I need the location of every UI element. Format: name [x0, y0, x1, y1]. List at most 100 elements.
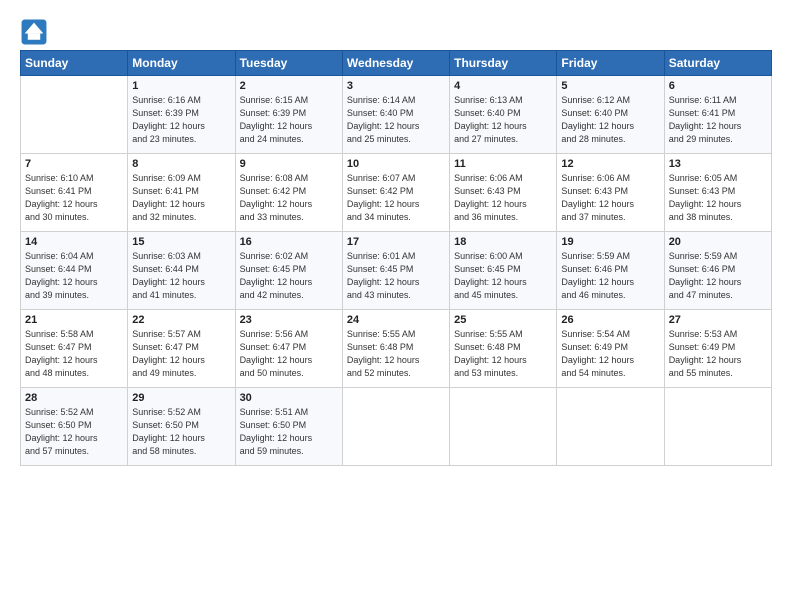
calendar-cell: 13 Sunrise: 6:05 AM Sunset: 6:43 PM Dayli…	[664, 154, 771, 232]
day-number: 30	[240, 392, 338, 404]
calendar-cell	[21, 76, 128, 154]
cell-info: Sunrise: 6:06 AM Sunset: 6:43 PM Dayligh…	[561, 172, 659, 224]
header-row: SundayMondayTuesdayWednesdayThursdayFrid…	[21, 51, 772, 76]
cell-info: Sunrise: 6:07 AM Sunset: 6:42 PM Dayligh…	[347, 172, 445, 224]
day-number: 12	[561, 158, 659, 170]
calendar-cell: 9 Sunrise: 6:08 AM Sunset: 6:42 PM Daylig…	[235, 154, 342, 232]
day-number: 27	[669, 314, 767, 326]
cell-info: Sunrise: 5:59 AM Sunset: 6:46 PM Dayligh…	[669, 250, 767, 302]
calendar-cell: 18 Sunrise: 6:00 AM Sunset: 6:45 PM Dayli…	[450, 232, 557, 310]
cell-info: Sunrise: 6:13 AM Sunset: 6:40 PM Dayligh…	[454, 94, 552, 146]
cell-info: Sunrise: 5:55 AM Sunset: 6:48 PM Dayligh…	[454, 328, 552, 380]
cell-info: Sunrise: 6:09 AM Sunset: 6:41 PM Dayligh…	[132, 172, 230, 224]
day-number: 15	[132, 236, 230, 248]
cell-info: Sunrise: 5:56 AM Sunset: 6:47 PM Dayligh…	[240, 328, 338, 380]
calendar-cell: 19 Sunrise: 5:59 AM Sunset: 6:46 PM Dayli…	[557, 232, 664, 310]
calendar-cell: 25Sunrise: 5:55 AM Sunset: 6:48 PM Dayli…	[450, 310, 557, 388]
calendar-cell: 2 Sunrise: 6:15 AM Sunset: 6:39 PM Daylig…	[235, 76, 342, 154]
day-number: 16	[240, 236, 338, 248]
header-day: Tuesday	[235, 51, 342, 76]
cell-info: Sunrise: 6:05 AM Sunset: 6:43 PM Dayligh…	[669, 172, 767, 224]
calendar-cell: 3 Sunrise: 6:14 AM Sunset: 6:40 PM Daylig…	[342, 76, 449, 154]
cell-info: Sunrise: 6:04 AM Sunset: 6:44 PM Dayligh…	[25, 250, 123, 302]
day-number: 9	[240, 158, 338, 170]
day-number: 4	[454, 80, 552, 92]
day-number: 3	[347, 80, 445, 92]
day-number: 22	[132, 314, 230, 326]
header-day: Sunday	[21, 51, 128, 76]
calendar-cell: 7 Sunrise: 6:10 AM Sunset: 6:41 PM Daylig…	[21, 154, 128, 232]
cell-info: Sunrise: 6:08 AM Sunset: 6:42 PM Dayligh…	[240, 172, 338, 224]
cell-info: Sunrise: 6:06 AM Sunset: 6:43 PM Dayligh…	[454, 172, 552, 224]
calendar-cell: 1 Sunrise: 6:16 AM Sunset: 6:39 PM Daylig…	[128, 76, 235, 154]
cell-info: Sunrise: 5:58 AM Sunset: 6:47 PM Dayligh…	[25, 328, 123, 380]
calendar-cell: 15 Sunrise: 6:03 AM Sunset: 6:44 PM Dayli…	[128, 232, 235, 310]
day-number: 29	[132, 392, 230, 404]
day-number: 13	[669, 158, 767, 170]
cell-info: Sunrise: 6:01 AM Sunset: 6:45 PM Dayligh…	[347, 250, 445, 302]
day-number: 7	[25, 158, 123, 170]
cell-info: Sunrise: 5:57 AM Sunset: 6:47 PM Dayligh…	[132, 328, 230, 380]
week-row: 14Sunrise: 6:04 AM Sunset: 6:44 PM Dayli…	[21, 232, 772, 310]
calendar-cell: 10Sunrise: 6:07 AM Sunset: 6:42 PM Dayli…	[342, 154, 449, 232]
calendar-cell	[557, 388, 664, 466]
logo-icon	[20, 18, 48, 46]
cell-info: Sunrise: 6:12 AM Sunset: 6:40 PM Dayligh…	[561, 94, 659, 146]
calendar-cell: 28 Sunrise: 5:52 AM Sunset: 6:50 PM Dayli…	[21, 388, 128, 466]
week-row: 7 Sunrise: 6:10 AM Sunset: 6:41 PM Daylig…	[21, 154, 772, 232]
calendar-cell: 24Sunrise: 5:55 AM Sunset: 6:48 PM Dayli…	[342, 310, 449, 388]
cell-info: Sunrise: 6:16 AM Sunset: 6:39 PM Dayligh…	[132, 94, 230, 146]
cell-info: Sunrise: 6:00 AM Sunset: 6:45 PM Dayligh…	[454, 250, 552, 302]
calendar-cell: 21 Sunrise: 5:58 AM Sunset: 6:47 PM Dayli…	[21, 310, 128, 388]
day-number: 11	[454, 158, 552, 170]
cell-info: Sunrise: 5:59 AM Sunset: 6:46 PM Dayligh…	[561, 250, 659, 302]
calendar-header: SundayMondayTuesdayWednesdayThursdayFrid…	[21, 51, 772, 76]
calendar-cell: 22 Sunrise: 5:57 AM Sunset: 6:47 PM Dayli…	[128, 310, 235, 388]
calendar-cell: 6Sunrise: 6:11 AM Sunset: 6:41 PM Daylig…	[664, 76, 771, 154]
day-number: 26	[561, 314, 659, 326]
day-number: 23	[240, 314, 338, 326]
day-number: 18	[454, 236, 552, 248]
header-day: Wednesday	[342, 51, 449, 76]
header-day: Friday	[557, 51, 664, 76]
calendar-cell: 26Sunrise: 5:54 AM Sunset: 6:49 PM Dayli…	[557, 310, 664, 388]
day-number: 5	[561, 80, 659, 92]
cell-info: Sunrise: 6:14 AM Sunset: 6:40 PM Dayligh…	[347, 94, 445, 146]
calendar-cell: 17 Sunrise: 6:01 AM Sunset: 6:45 PM Dayli…	[342, 232, 449, 310]
day-number: 21	[25, 314, 123, 326]
cell-info: Sunrise: 6:15 AM Sunset: 6:39 PM Dayligh…	[240, 94, 338, 146]
day-number: 17	[347, 236, 445, 248]
calendar-cell: 5 Sunrise: 6:12 AM Sunset: 6:40 PM Daylig…	[557, 76, 664, 154]
calendar-cell: 14Sunrise: 6:04 AM Sunset: 6:44 PM Dayli…	[21, 232, 128, 310]
calendar-cell	[664, 388, 771, 466]
day-number: 1	[132, 80, 230, 92]
header	[20, 18, 772, 46]
calendar-cell: 29 Sunrise: 5:52 AM Sunset: 6:50 PM Dayli…	[128, 388, 235, 466]
calendar-cell: 4 Sunrise: 6:13 AM Sunset: 6:40 PM Daylig…	[450, 76, 557, 154]
cell-info: Sunrise: 6:03 AM Sunset: 6:44 PM Dayligh…	[132, 250, 230, 302]
day-number: 28	[25, 392, 123, 404]
header-day: Saturday	[664, 51, 771, 76]
day-number: 24	[347, 314, 445, 326]
calendar-cell	[342, 388, 449, 466]
day-number: 6	[669, 80, 767, 92]
calendar-cell: 12 Sunrise: 6:06 AM Sunset: 6:43 PM Dayli…	[557, 154, 664, 232]
header-day: Thursday	[450, 51, 557, 76]
logo	[20, 18, 52, 46]
cell-info: Sunrise: 5:52 AM Sunset: 6:50 PM Dayligh…	[25, 406, 123, 458]
calendar-cell: 27Sunrise: 5:53 AM Sunset: 6:49 PM Dayli…	[664, 310, 771, 388]
week-row: 1 Sunrise: 6:16 AM Sunset: 6:39 PM Daylig…	[21, 76, 772, 154]
calendar-cell: 8 Sunrise: 6:09 AM Sunset: 6:41 PM Daylig…	[128, 154, 235, 232]
calendar-table: SundayMondayTuesdayWednesdayThursdayFrid…	[20, 50, 772, 466]
cell-info: Sunrise: 5:52 AM Sunset: 6:50 PM Dayligh…	[132, 406, 230, 458]
cell-info: Sunrise: 6:02 AM Sunset: 6:45 PM Dayligh…	[240, 250, 338, 302]
calendar-body: 1 Sunrise: 6:16 AM Sunset: 6:39 PM Daylig…	[21, 76, 772, 466]
day-number: 2	[240, 80, 338, 92]
calendar-cell: 20Sunrise: 5:59 AM Sunset: 6:46 PM Dayli…	[664, 232, 771, 310]
week-row: 28 Sunrise: 5:52 AM Sunset: 6:50 PM Dayli…	[21, 388, 772, 466]
day-number: 8	[132, 158, 230, 170]
page: SundayMondayTuesdayWednesdayThursdayFrid…	[0, 0, 792, 476]
calendar-cell	[450, 388, 557, 466]
day-number: 19	[561, 236, 659, 248]
cell-info: Sunrise: 6:10 AM Sunset: 6:41 PM Dayligh…	[25, 172, 123, 224]
